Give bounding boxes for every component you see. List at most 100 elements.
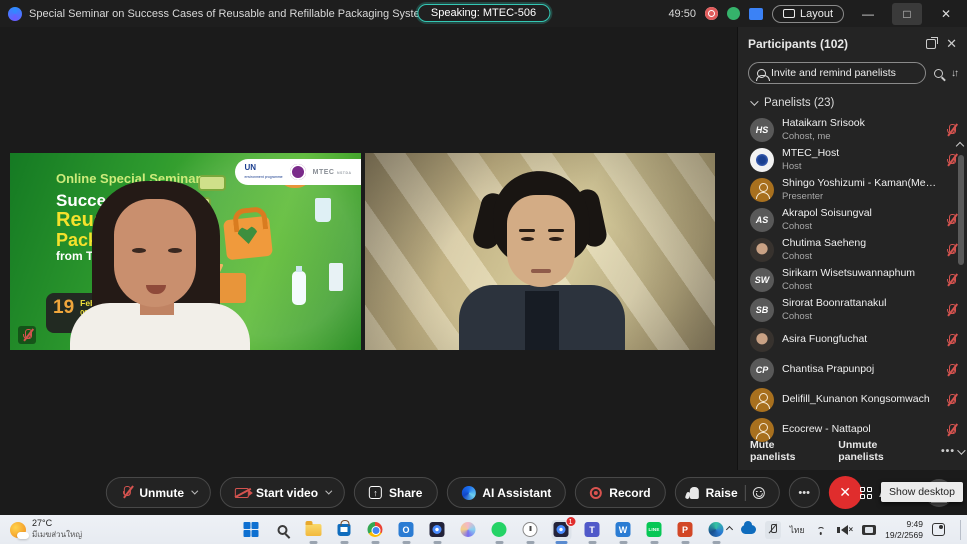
meeting-toolbar: Unmute Start video ↑ Share AI Assistant … — [0, 470, 967, 515]
participant-row[interactable]: MTEC_HostHost — [738, 145, 967, 175]
panel-more-button[interactable]: ••• — [941, 445, 955, 457]
meeting-title: Special Seminar on Success Cases of Reus… — [29, 8, 429, 20]
raise-hand-button[interactable]: Raise — [675, 477, 780, 508]
share-button[interactable]: ↑ Share — [354, 477, 437, 508]
participant-row[interactable]: Asira Fuongfuchat — [738, 325, 967, 355]
system-tray: ไทย × 9:49 19/2/2569 — [727, 519, 961, 539]
word-icon: W — [616, 522, 631, 537]
tray-expand-icon[interactable] — [726, 526, 733, 533]
participants-title: Participants (102) — [748, 37, 848, 51]
avatar — [750, 328, 774, 352]
whatsapp-button[interactable] — [489, 520, 509, 540]
chevron-down-icon[interactable] — [191, 488, 198, 495]
video-stage: UN environment programme MTEC NSTDA Onli… — [0, 27, 737, 470]
chevron-down-icon[interactable] — [325, 488, 332, 495]
ai-assistant-button[interactable]: AI Assistant — [446, 477, 566, 508]
mtec-logo: MTEC — [313, 169, 335, 176]
more-options-button[interactable]: ••• — [789, 477, 820, 508]
outlook-button[interactable]: O — [396, 520, 416, 540]
apps-grid-icon — [860, 487, 872, 499]
start-button[interactable] — [241, 520, 261, 540]
taskbar-clock[interactable]: 9:49 19/2/2569 — [885, 519, 923, 539]
copilot-icon — [461, 522, 476, 537]
camera-device-icon[interactable] — [862, 525, 876, 535]
muted-mic-icon — [945, 213, 957, 228]
participant-row[interactable]: Delifill_Kunanon Kongsomwach — [738, 385, 967, 415]
meeting-timer: 49:50 — [668, 8, 696, 20]
language-indicator[interactable]: ไทย — [790, 523, 805, 537]
participant-row[interactable]: SB Sirorat BoonrattanakulCohost — [738, 295, 967, 325]
microsoft-store-button[interactable] — [334, 520, 354, 540]
avatar: CP — [750, 358, 774, 382]
unmute-button[interactable]: Unmute — [105, 477, 211, 508]
search-icon[interactable] — [934, 69, 943, 78]
taskbar-search-button[interactable] — [272, 520, 292, 540]
notification-center-icon[interactable] — [932, 523, 945, 536]
participant-row[interactable]: Chutima SaehengCohost — [738, 235, 967, 265]
zoom-meeting-active-button[interactable]: 1 — [551, 520, 571, 540]
participant-row[interactable]: SW Sirikarn WisetsuwannaphumCohost — [738, 265, 967, 295]
muted-mic-icon — [945, 363, 957, 378]
avatar: SB — [750, 298, 774, 322]
seminar-poster: UN environment programme MTEC NSTDA Onli… — [10, 153, 361, 350]
search-icon — [277, 525, 287, 535]
muted-mic-icon — [945, 333, 957, 348]
participant-row[interactable]: AS Akrapol SoisungvalCohost — [738, 205, 967, 235]
un-logo: UN — [245, 163, 257, 172]
avatar — [750, 388, 774, 412]
folder-icon — [305, 524, 321, 536]
wifi-icon[interactable] — [814, 525, 828, 535]
teams-button[interactable]: T — [582, 520, 602, 540]
onedrive-icon[interactable] — [741, 525, 756, 534]
participant-row[interactable]: CP Chantisa Prapunpoj — [738, 355, 967, 385]
mute-panelists-button[interactable]: Mute panelists — [750, 439, 822, 463]
muted-mic-icon — [945, 393, 957, 408]
video-tile-speaker[interactable] — [365, 153, 715, 350]
leave-meeting-button[interactable]: ✕ — [829, 476, 862, 509]
unmute-panelists-button[interactable]: Unmute panelists — [838, 439, 925, 463]
avatar — [750, 178, 774, 202]
record-icon — [590, 487, 602, 499]
layout-grid-icon — [783, 9, 795, 18]
panel-scrollbar[interactable] — [957, 155, 965, 445]
participant-row[interactable]: Shingo Yoshizumi - Kaman(Megl...Presente… — [738, 175, 967, 205]
recording-indicator-icon[interactable] — [705, 7, 718, 20]
maximize-button[interactable]: □ — [892, 3, 922, 25]
participant-row[interactable]: HS Hataikarn SrisookCohost, me — [738, 115, 967, 145]
avatar: SW — [750, 268, 774, 292]
show-desktop-button[interactable] — [960, 520, 961, 540]
live-indicator-icon[interactable] — [727, 7, 740, 20]
zoom-app-button[interactable] — [427, 520, 447, 540]
popout-panel-icon[interactable] — [926, 39, 936, 49]
close-panel-icon[interactable]: ✕ — [946, 36, 957, 52]
raise-hand-icon — [690, 487, 699, 499]
line-button[interactable]: LINE — [644, 520, 664, 540]
volume-muted-icon[interactable]: × — [837, 525, 854, 535]
video-tile-presenter-poster[interactable]: UN environment programme MTEC NSTDA Onli… — [10, 153, 361, 350]
ai-assistant-icon — [461, 486, 475, 500]
stream-indicator-icon[interactable] — [749, 8, 763, 20]
chrome-button[interactable] — [365, 520, 385, 540]
edge-button[interactable] — [706, 520, 726, 540]
file-explorer-button[interactable] — [303, 520, 323, 540]
start-video-button[interactable]: Start video — [220, 477, 345, 508]
layout-button[interactable]: Layout — [772, 5, 844, 23]
clock-app-button[interactable] — [520, 520, 540, 540]
panelists-section-header[interactable]: Panelists (23) — [738, 90, 967, 113]
minimize-button[interactable]: — — [853, 3, 883, 25]
invite-panelists-button[interactable]: Invite and remind panelists — [748, 62, 926, 84]
university-emblem-icon — [290, 164, 306, 180]
reactions-icon[interactable] — [753, 487, 765, 499]
word-button[interactable]: W — [613, 520, 633, 540]
powerpoint-button[interactable]: P — [675, 520, 695, 540]
close-button[interactable]: ✕ — [931, 3, 961, 25]
tray-mic-button[interactable] — [765, 521, 781, 539]
poster-tote-bag-art — [223, 216, 273, 261]
weather-widget[interactable]: 27°C มีเมฆส่วนใหญ่ — [0, 518, 200, 541]
sort-icon[interactable]: ↓↑ — [951, 68, 957, 79]
zoom-app-icon — [8, 7, 22, 21]
copilot-button[interactable] — [458, 520, 478, 540]
record-button[interactable]: Record — [575, 477, 665, 508]
weather-desc: มีเมฆส่วนใหญ่ — [32, 528, 82, 541]
avatar — [750, 148, 774, 172]
